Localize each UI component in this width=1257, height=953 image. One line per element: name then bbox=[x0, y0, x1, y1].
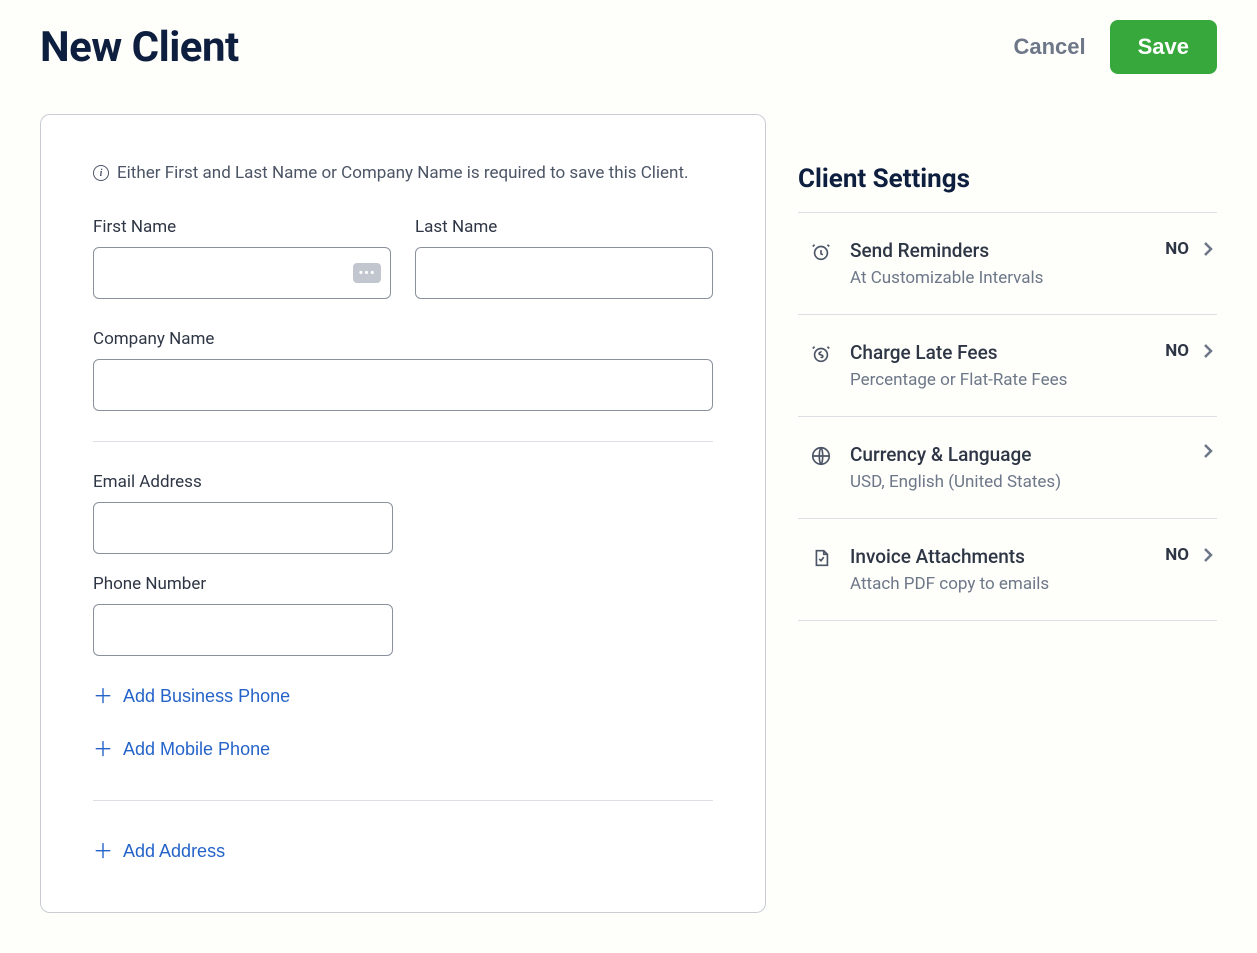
first-name-wrap: ••• bbox=[93, 247, 391, 299]
phone-field: Phone Number bbox=[93, 574, 713, 656]
info-icon: i bbox=[93, 165, 109, 181]
plus-icon: ＋ bbox=[93, 687, 113, 707]
email-field: Email Address bbox=[93, 472, 713, 554]
client-settings-sidebar: Client Settings Send Reminders At Custom… bbox=[798, 114, 1217, 913]
setting-send-reminders[interactable]: Send Reminders At Customizable Intervals… bbox=[798, 213, 1217, 315]
settings-list: Send Reminders At Customizable Intervals… bbox=[798, 212, 1217, 621]
setting-subtitle: USD, English (United States) bbox=[850, 472, 1171, 492]
add-business-phone-button[interactable]: ＋ Add Business Phone bbox=[93, 676, 713, 717]
setting-right bbox=[1189, 443, 1213, 459]
add-address-label: Add Address bbox=[123, 841, 225, 862]
setting-title: Currency & Language bbox=[850, 443, 1171, 466]
chevron-right-icon bbox=[1203, 343, 1213, 359]
last-name-field: Last Name bbox=[415, 217, 713, 299]
plus-icon: ＋ bbox=[93, 842, 113, 862]
phone-add-links: ＋ Add Business Phone ＋ Add Mobile Phone bbox=[93, 676, 713, 770]
divider bbox=[93, 800, 713, 801]
first-name-input[interactable] bbox=[93, 247, 391, 299]
info-message: i Either First and Last Name or Company … bbox=[93, 163, 713, 183]
setting-title: Invoice Attachments bbox=[850, 545, 1147, 568]
company-name-label: Company Name bbox=[93, 329, 713, 349]
add-address-button[interactable]: ＋ Add Address bbox=[93, 831, 225, 872]
chevron-right-icon bbox=[1203, 443, 1213, 459]
setting-subtitle: Percentage or Flat-Rate Fees bbox=[850, 370, 1147, 390]
email-label: Email Address bbox=[93, 472, 713, 492]
setting-subtitle: Attach PDF copy to emails bbox=[850, 574, 1147, 594]
info-text: Either First and Last Name or Company Na… bbox=[117, 163, 688, 183]
page-header: New Client Cancel Save bbox=[40, 20, 1217, 74]
setting-charge-late-fees[interactable]: Charge Late Fees Percentage or Flat-Rate… bbox=[798, 315, 1217, 417]
setting-body: Invoice Attachments Attach PDF copy to e… bbox=[850, 545, 1147, 594]
chevron-right-icon bbox=[1203, 241, 1213, 257]
first-name-label: First Name bbox=[93, 217, 391, 237]
setting-invoice-attachments[interactable]: Invoice Attachments Attach PDF copy to e… bbox=[798, 519, 1217, 621]
setting-right: NO bbox=[1165, 341, 1213, 361]
setting-title: Charge Late Fees bbox=[850, 341, 1147, 364]
plus-icon: ＋ bbox=[93, 740, 113, 760]
setting-body: Currency & Language USD, English (United… bbox=[850, 443, 1171, 492]
sidebar-title: Client Settings bbox=[798, 164, 1217, 194]
attachment-icon bbox=[810, 547, 832, 569]
phone-label: Phone Number bbox=[93, 574, 713, 594]
reminder-clock-icon bbox=[810, 241, 832, 263]
add-mobile-phone-button[interactable]: ＋ Add Mobile Phone bbox=[93, 729, 713, 770]
setting-right: NO bbox=[1165, 239, 1213, 259]
client-form-card: i Either First and Last Name or Company … bbox=[40, 114, 766, 913]
page-title: New Client bbox=[40, 23, 239, 72]
divider bbox=[93, 441, 713, 442]
chevron-right-icon bbox=[1203, 547, 1213, 563]
cancel-button[interactable]: Cancel bbox=[1013, 34, 1085, 60]
last-name-input[interactable] bbox=[415, 247, 713, 299]
last-name-label: Last Name bbox=[415, 217, 713, 237]
setting-title: Send Reminders bbox=[850, 239, 1147, 262]
name-row: First Name ••• Last Name bbox=[93, 217, 713, 299]
setting-value: NO bbox=[1165, 239, 1189, 259]
content: i Either First and Last Name or Company … bbox=[40, 114, 1217, 913]
globe-icon bbox=[810, 445, 832, 467]
setting-body: Charge Late Fees Percentage or Flat-Rate… bbox=[850, 341, 1147, 390]
setting-body: Send Reminders At Customizable Intervals bbox=[850, 239, 1147, 288]
company-name-input[interactable] bbox=[93, 359, 713, 411]
setting-value: NO bbox=[1165, 545, 1189, 565]
setting-subtitle: At Customizable Intervals bbox=[850, 268, 1147, 288]
add-business-phone-label: Add Business Phone bbox=[123, 686, 290, 707]
dollar-clock-icon bbox=[810, 343, 832, 365]
first-name-field: First Name ••• bbox=[93, 217, 391, 299]
setting-value: NO bbox=[1165, 341, 1189, 361]
phone-input[interactable] bbox=[93, 604, 393, 656]
setting-currency-language[interactable]: Currency & Language USD, English (United… bbox=[798, 417, 1217, 519]
setting-right: NO bbox=[1165, 545, 1213, 565]
add-mobile-phone-label: Add Mobile Phone bbox=[123, 739, 270, 760]
email-input[interactable] bbox=[93, 502, 393, 554]
autofill-icon: ••• bbox=[353, 263, 381, 283]
save-button[interactable]: Save bbox=[1110, 20, 1217, 74]
header-actions: Cancel Save bbox=[1013, 20, 1217, 74]
company-name-field: Company Name bbox=[93, 329, 713, 411]
